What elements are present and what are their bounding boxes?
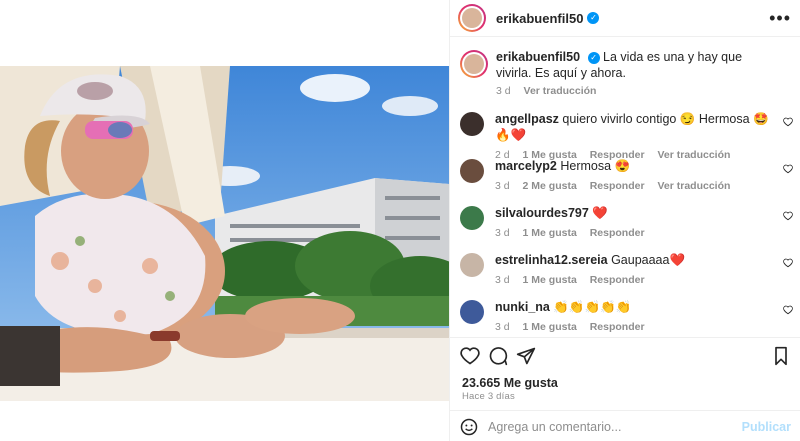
post-header: erikabuenfil50 ✓ ••• — [450, 0, 800, 37]
post-timestamp: Hace 3 días — [462, 391, 515, 402]
like-comment-heart-icon[interactable] — [783, 164, 793, 174]
caption-meta: 3 d Ver traducción — [496, 85, 776, 97]
post-media-panel — [0, 0, 449, 441]
likes-count[interactable]: 23.665 Me gusta — [462, 376, 558, 390]
comment-likes[interactable]: 1 Me gusta — [523, 227, 577, 239]
like-comment-heart-icon[interactable] — [783, 258, 793, 268]
verified-badge-icon: ✓ — [587, 51, 600, 64]
like-comment-heart-icon[interactable] — [783, 117, 793, 127]
commenter-username[interactable]: estrelinha12.sereia — [495, 253, 608, 267]
commenter-username[interactable]: marcelyp2 — [495, 159, 557, 173]
share-paper-plane-icon[interactable] — [516, 346, 536, 366]
reply-button[interactable]: Responder — [590, 227, 645, 239]
comment-bubble-icon[interactable] — [488, 346, 508, 366]
commenter-username[interactable]: angellpasz — [495, 112, 559, 126]
like-comment-heart-icon[interactable] — [783, 305, 793, 315]
comment-text: 👏👏👏👏👏 — [553, 300, 632, 314]
reply-button[interactable]: Responder — [590, 180, 645, 192]
comment-age: 3 d — [495, 321, 510, 333]
publish-button[interactable]: Publicar — [742, 420, 791, 434]
caption-username[interactable]: erikabuenfil50 — [496, 50, 580, 64]
post-details-panel: erikabuenfil50 ✓ ••• erikabuenfil50 ✓ La… — [449, 0, 800, 441]
comment-text: Hermosa 😍 — [560, 159, 631, 173]
post-photo[interactable] — [0, 66, 449, 401]
commenter-avatar[interactable] — [460, 253, 484, 277]
translate-button[interactable]: Ver traducción — [657, 180, 730, 192]
comments-list[interactable]: erikabuenfil50 ✓ La vida es una y hay qu… — [450, 38, 800, 336]
verified-badge-icon: ✓ — [587, 12, 600, 24]
post-actions: 23.665 Me gusta Hace 3 días Publicar — [450, 337, 800, 441]
reply-button[interactable]: Responder — [590, 321, 645, 333]
commenter-username[interactable]: nunki_na — [495, 300, 550, 314]
commenter-avatar[interactable] — [460, 206, 484, 230]
more-options-icon[interactable]: ••• — [769, 8, 791, 29]
comment-likes[interactable]: 2 Me gusta — [523, 180, 577, 192]
comment-composer: Publicar — [450, 410, 800, 441]
comment-item: estrelinha12.sereia Gaupaaaa❤️ 3 d 1 Me … — [450, 252, 800, 286]
comment-input[interactable] — [488, 417, 738, 437]
emoji-icon[interactable] — [460, 418, 478, 436]
commenter-username[interactable]: silvalourdes797 — [495, 206, 589, 220]
like-heart-icon[interactable] — [460, 346, 480, 366]
caption-item: erikabuenfil50 ✓ La vida es una y hay qu… — [450, 49, 800, 97]
commenter-avatar[interactable] — [460, 112, 484, 136]
save-bookmark-icon[interactable] — [771, 346, 791, 366]
comment-age: 3 d — [495, 180, 510, 192]
commenter-avatar[interactable] — [460, 159, 484, 183]
caption-text-line: erikabuenfil50 ✓ La vida es una y hay qu… — [496, 49, 776, 81]
commenter-avatar[interactable] — [460, 300, 484, 324]
comment-age: 3 d — [495, 274, 510, 286]
comment-likes[interactable]: 1 Me gusta — [523, 274, 577, 286]
author-avatar[interactable] — [458, 4, 486, 32]
comment-item: angellpasz quiero vivirlo contigo 😏 Herm… — [450, 111, 800, 161]
caption-avatar[interactable] — [460, 50, 488, 78]
comment-text: ❤️ — [592, 206, 608, 220]
author-username[interactable]: erikabuenfil50 — [496, 11, 583, 26]
comment-text: Gaupaaaa❤️ — [611, 253, 686, 267]
comment-item: marcelyp2 Hermosa 😍 3 d 2 Me gusta Respo… — [450, 158, 800, 192]
comment-item: nunki_na 👏👏👏👏👏 3 d 1 Me gusta Responder — [450, 299, 800, 333]
comment-age: 3 d — [495, 227, 510, 239]
comment-likes[interactable]: 1 Me gusta — [523, 321, 577, 333]
caption-age: 3 d — [496, 85, 511, 97]
comment-item: silvalourdes797 ❤️ 3 d 1 Me gusta Respon… — [450, 205, 800, 239]
caption-translate-button[interactable]: Ver traducción — [524, 85, 597, 97]
reply-button[interactable]: Responder — [590, 274, 645, 286]
like-comment-heart-icon[interactable] — [783, 211, 793, 221]
